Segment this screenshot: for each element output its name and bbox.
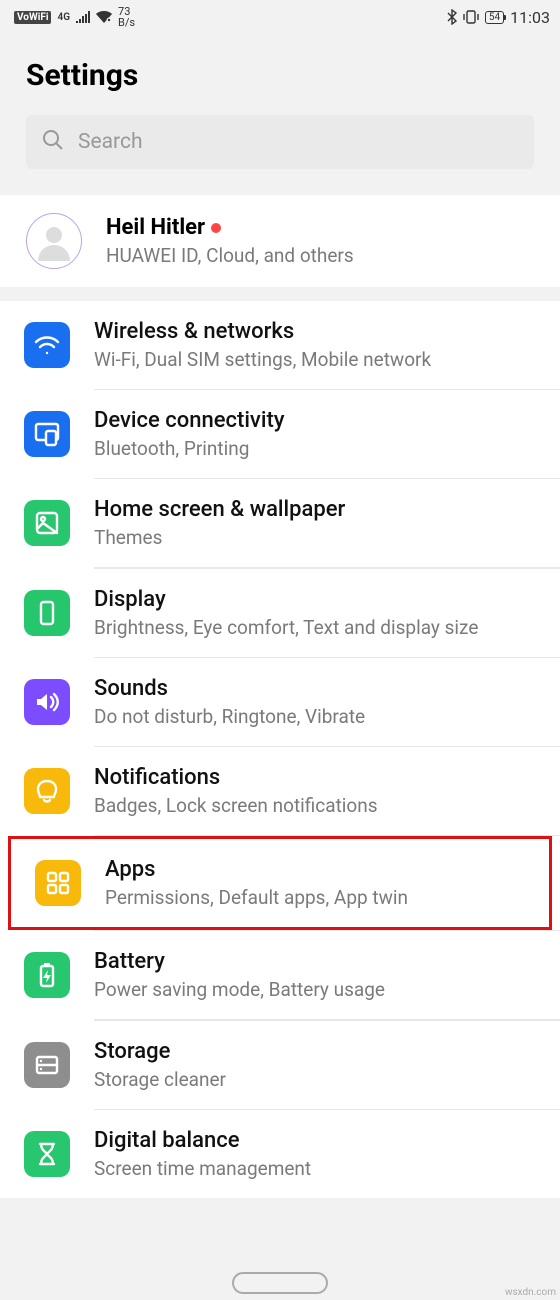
row-title: Home screen & wallpaper	[94, 497, 534, 522]
wifi-icon	[96, 11, 112, 23]
row-title: Storage	[94, 1039, 534, 1064]
bell-icon	[24, 768, 70, 814]
clock: 11:03	[510, 8, 550, 27]
settings-list: Wireless & networks Wi-Fi, Dual SIM sett…	[0, 301, 560, 1198]
search-placeholder: Search	[78, 130, 143, 154]
settings-row-sound[interactable]: Sounds Do not disturb, Ringtone, Vibrate	[0, 658, 560, 746]
device-icon	[24, 411, 70, 457]
row-title: Wireless & networks	[94, 319, 534, 344]
bluetooth-icon	[447, 9, 457, 25]
vowifi-badge: VoWiFi	[14, 11, 51, 24]
row-title: Sounds	[94, 676, 534, 701]
settings-row-device[interactable]: Device connectivity Bluetooth, Printing	[0, 390, 560, 478]
row-title: Digital balance	[94, 1128, 534, 1153]
page-title: Settings	[0, 30, 560, 115]
row-title: Apps	[105, 857, 523, 882]
row-subtitle: Permissions, Default apps, App twin	[105, 886, 523, 909]
net-speed: 73 B/s	[118, 6, 135, 28]
row-subtitle: Brightness, Eye comfort, Text and displa…	[94, 616, 534, 639]
network-gen-label: 4G	[57, 12, 70, 23]
account-subtitle: HUAWEI ID, Cloud, and others	[106, 244, 354, 267]
account-name: Heil Hitler	[106, 215, 205, 240]
battery-icon	[24, 952, 70, 998]
row-title: Display	[94, 587, 534, 612]
search-icon	[42, 129, 64, 155]
row-subtitle: Storage cleaner	[94, 1068, 534, 1091]
picture-icon	[24, 500, 70, 546]
settings-row-picture[interactable]: Home screen & wallpaper Themes	[0, 479, 560, 567]
sound-icon	[24, 679, 70, 725]
settings-row-display[interactable]: Display Brightness, Eye comfort, Text an…	[0, 569, 560, 657]
row-subtitle: Screen time management	[94, 1157, 534, 1180]
row-subtitle: Do not disturb, Ringtone, Vibrate	[94, 705, 534, 728]
storage-icon	[24, 1042, 70, 1088]
watermark: wsxdn.com	[505, 1287, 556, 1298]
settings-row-bell[interactable]: Notifications Badges, Lock screen notifi…	[0, 747, 560, 835]
status-bar: VoWiFi 4G 73 B/s 54 11:03	[0, 0, 560, 30]
vibrate-icon	[463, 10, 479, 24]
row-subtitle: Badges, Lock screen notifications	[94, 794, 534, 817]
row-subtitle: Themes	[94, 526, 534, 549]
display-icon	[24, 590, 70, 636]
nav-pill[interactable]	[232, 1272, 328, 1294]
settings-row-hourglass[interactable]: Digital balance Screen time management	[0, 1110, 560, 1198]
wifi-icon	[24, 322, 70, 368]
row-subtitle: Bluetooth, Printing	[94, 437, 534, 460]
signal-bars-icon	[76, 11, 90, 23]
account-row[interactable]: Heil Hitler HUAWEI ID, Cloud, and others	[0, 195, 560, 301]
avatar	[26, 213, 82, 269]
hourglass-icon	[24, 1131, 70, 1177]
settings-row-battery[interactable]: Battery Power saving mode, Battery usage	[0, 931, 560, 1019]
row-title: Battery	[94, 949, 534, 974]
settings-row-wifi[interactable]: Wireless & networks Wi-Fi, Dual SIM sett…	[0, 301, 560, 389]
battery-indicator: 54	[485, 11, 504, 24]
notification-dot-icon	[211, 223, 221, 233]
row-title: Device connectivity	[94, 408, 534, 433]
apps-icon	[35, 860, 81, 906]
settings-row-apps[interactable]: Apps Permissions, Default apps, App twin	[8, 836, 552, 930]
row-title: Notifications	[94, 765, 534, 790]
settings-row-storage[interactable]: Storage Storage cleaner	[0, 1021, 560, 1109]
search-input[interactable]: Search	[26, 115, 534, 169]
row-subtitle: Wi-Fi, Dual SIM settings, Mobile network	[94, 348, 534, 371]
row-subtitle: Power saving mode, Battery usage	[94, 978, 534, 1001]
